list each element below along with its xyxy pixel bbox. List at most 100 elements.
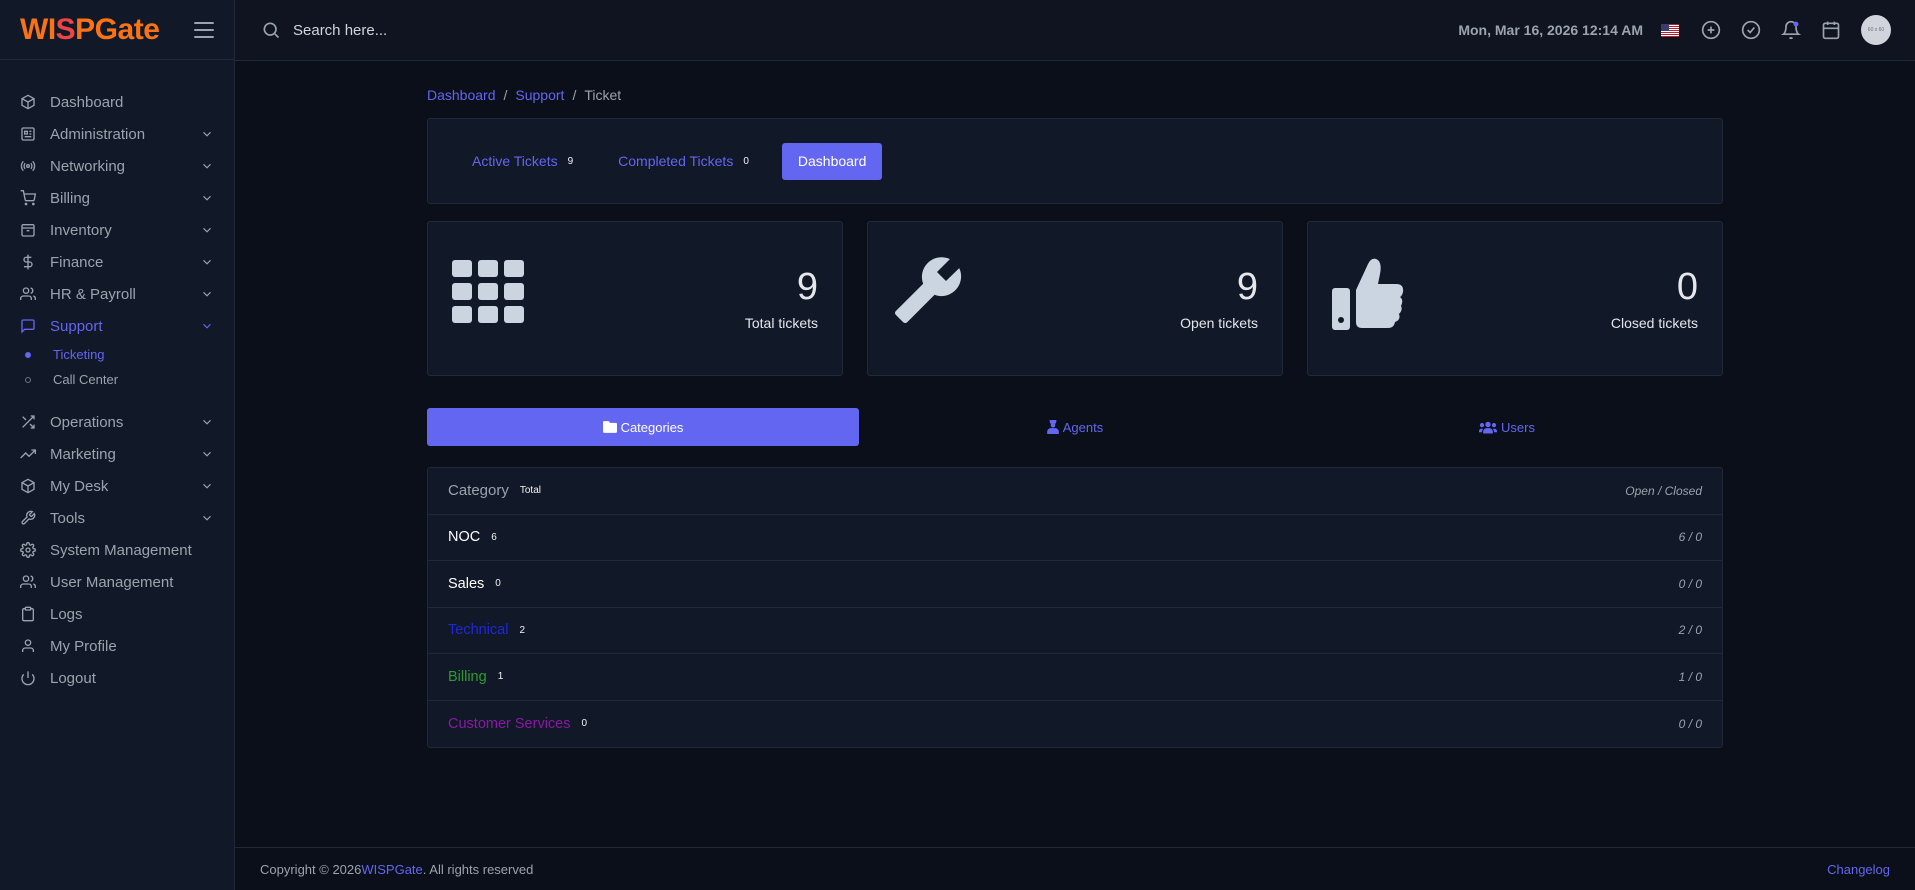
category-name[interactable]: NOC (448, 529, 480, 545)
check-circle-icon[interactable] (1741, 20, 1761, 40)
tab-label: Completed Tickets (618, 153, 734, 169)
stat-card-closed: 0 Closed tickets (1307, 221, 1723, 376)
admin-icon (20, 126, 36, 142)
table-header: Category Total Open / Closed (428, 468, 1722, 515)
sidebar-item-my-profile[interactable]: My Profile (0, 630, 234, 662)
sidebar-item-marketing[interactable]: Marketing (0, 438, 234, 470)
breadcrumb-support-link[interactable]: Support (515, 87, 564, 103)
footer-brand-link[interactable]: WISPGate (361, 862, 422, 877)
sidebar-subitem-label: Call Center (53, 372, 119, 387)
sidebar-item-label: Tools (50, 509, 86, 527)
box-icon (20, 222, 36, 238)
gear-icon (20, 542, 36, 558)
sidebar-subitem-label: Ticketing (53, 347, 105, 362)
tab-dashboard[interactable]: Dashboard (781, 142, 883, 180)
sidebar-item-operations[interactable]: Operations (0, 406, 234, 438)
chevron-down-icon (203, 483, 211, 489)
sidebar-item-system-management[interactable]: System Management (0, 534, 234, 566)
sidebar-subitem-ticketing[interactable]: Ticketing (0, 342, 234, 367)
category-name[interactable]: Technical (448, 622, 508, 638)
users-icon (20, 574, 36, 590)
category-count: 1 (497, 671, 504, 683)
wrench-icon (20, 510, 36, 526)
topbar: Mon, Mar 16, 2026 12:14 AM 60 x 60 (235, 0, 1915, 61)
table-row[interactable]: NOC 6 6 / 0 (428, 515, 1722, 561)
category-name[interactable]: Sales (448, 576, 484, 592)
tab-users[interactable]: Users (1291, 408, 1723, 446)
table-row[interactable]: Technical 2 2 / 0 (428, 608, 1722, 654)
logo-row: WISPGate (0, 0, 234, 60)
sidebar-item-label: Dashboard (50, 93, 124, 111)
add-circle-icon[interactable] (1701, 20, 1721, 40)
tab-label: Agents (1062, 419, 1104, 435)
stat-value: 9 (1236, 266, 1258, 308)
table-row[interactable]: Customer Services 0 0 / 0 (428, 701, 1722, 748)
category-count: 2 (519, 624, 526, 636)
open-closed-count: 2 / 0 (1678, 623, 1702, 638)
chevron-down-icon (203, 291, 211, 297)
sidebar-item-networking[interactable]: Networking (0, 150, 234, 182)
broadcast-icon (20, 158, 36, 174)
breadcrumb-dashboard-link[interactable]: Dashboard (427, 87, 496, 103)
tab-active-tickets[interactable]: Active Tickets 9 (472, 153, 573, 169)
sidebar-item-label: Billing (50, 189, 91, 207)
chevron-down-icon (203, 419, 211, 425)
bullet-dot (25, 351, 31, 358)
breadcrumb-separator: / (503, 87, 508, 103)
bell-icon[interactable] (1781, 20, 1801, 40)
chevron-down-icon (203, 451, 211, 457)
sidebar-item-tools[interactable]: Tools (0, 502, 234, 534)
search-bar (261, 20, 1458, 40)
search-input[interactable] (293, 21, 693, 39)
chevron-down-icon (203, 323, 211, 329)
sidebar-item-billing[interactable]: Billing (0, 182, 234, 214)
view-segment-tabs: Categories Agents Users (427, 408, 1723, 446)
table-row[interactable]: Billing 1 1 / 0 (428, 654, 1722, 701)
clipboard-icon (20, 606, 36, 622)
sidebar-item-inventory[interactable]: Inventory (0, 214, 234, 246)
sidebar-item-dashboard[interactable]: Dashboard (0, 86, 234, 118)
sidebar: WISPGate Dashboard Administration Networ… (0, 0, 235, 890)
count-badge: 9 (567, 155, 574, 167)
users-icon (1479, 421, 1498, 433)
sidebar-item-logs[interactable]: Logs (0, 598, 234, 630)
stat-card-total: 9 Total tickets (427, 221, 843, 376)
wispgate-logo[interactable]: WISPGate (20, 13, 160, 47)
ticket-tabs: Active Tickets 9 Completed Tickets 0 Das… (427, 118, 1723, 204)
changelog-link[interactable]: Changelog (1827, 862, 1890, 877)
sidebar-item-hr-payroll[interactable]: HR & Payroll (0, 278, 234, 310)
sidebar-item-label: User Management (50, 573, 174, 591)
cube-icon (20, 478, 36, 494)
count-badge: 0 (743, 155, 749, 167)
tab-agents[interactable]: Agents (859, 408, 1291, 446)
sidebar-item-logout[interactable]: Logout (0, 662, 234, 694)
column-header-category: Category (448, 482, 509, 500)
sidebar-item-my-desk[interactable]: My Desk (0, 470, 234, 502)
footer: Copyright © 2026 WISPGate. All rights re… (235, 847, 1915, 890)
calendar-icon[interactable] (1821, 20, 1841, 40)
sidebar-item-support[interactable]: Support (0, 310, 234, 342)
category-name[interactable]: Customer Services (448, 716, 570, 732)
sidebar-subitem-call-center[interactable]: Call Center (0, 367, 234, 392)
category-count: 0 (495, 578, 501, 590)
category-table: Category Total Open / Closed NOC 6 6 / 0… (427, 467, 1723, 748)
us-flag-icon[interactable] (1661, 23, 1679, 37)
column-header-total: Total (519, 485, 541, 497)
grid-icon (452, 260, 524, 329)
tab-completed-tickets[interactable]: Completed Tickets 0 (618, 153, 749, 169)
sidebar-item-label: Operations (50, 413, 124, 431)
category-name[interactable]: Billing (448, 669, 487, 685)
sidebar-item-finance[interactable]: Finance (0, 246, 234, 278)
table-row[interactable]: Sales 0 0 / 0 (428, 561, 1722, 608)
sidebar-item-label: My Profile (50, 637, 117, 655)
avatar[interactable]: 60 x 60 (1861, 15, 1891, 45)
sidebar-item-administration[interactable]: Administration (0, 118, 234, 150)
tab-categories[interactable]: Categories (427, 408, 859, 446)
sidebar-item-user-management[interactable]: User Management (0, 566, 234, 598)
menu-toggle-icon[interactable] (194, 21, 214, 38)
tab-label: Dashboard (797, 153, 867, 169)
thumbs-up-icon (1332, 258, 1404, 335)
search-icon (263, 22, 280, 39)
chevron-down-icon (203, 515, 211, 521)
user-icon (20, 638, 36, 654)
